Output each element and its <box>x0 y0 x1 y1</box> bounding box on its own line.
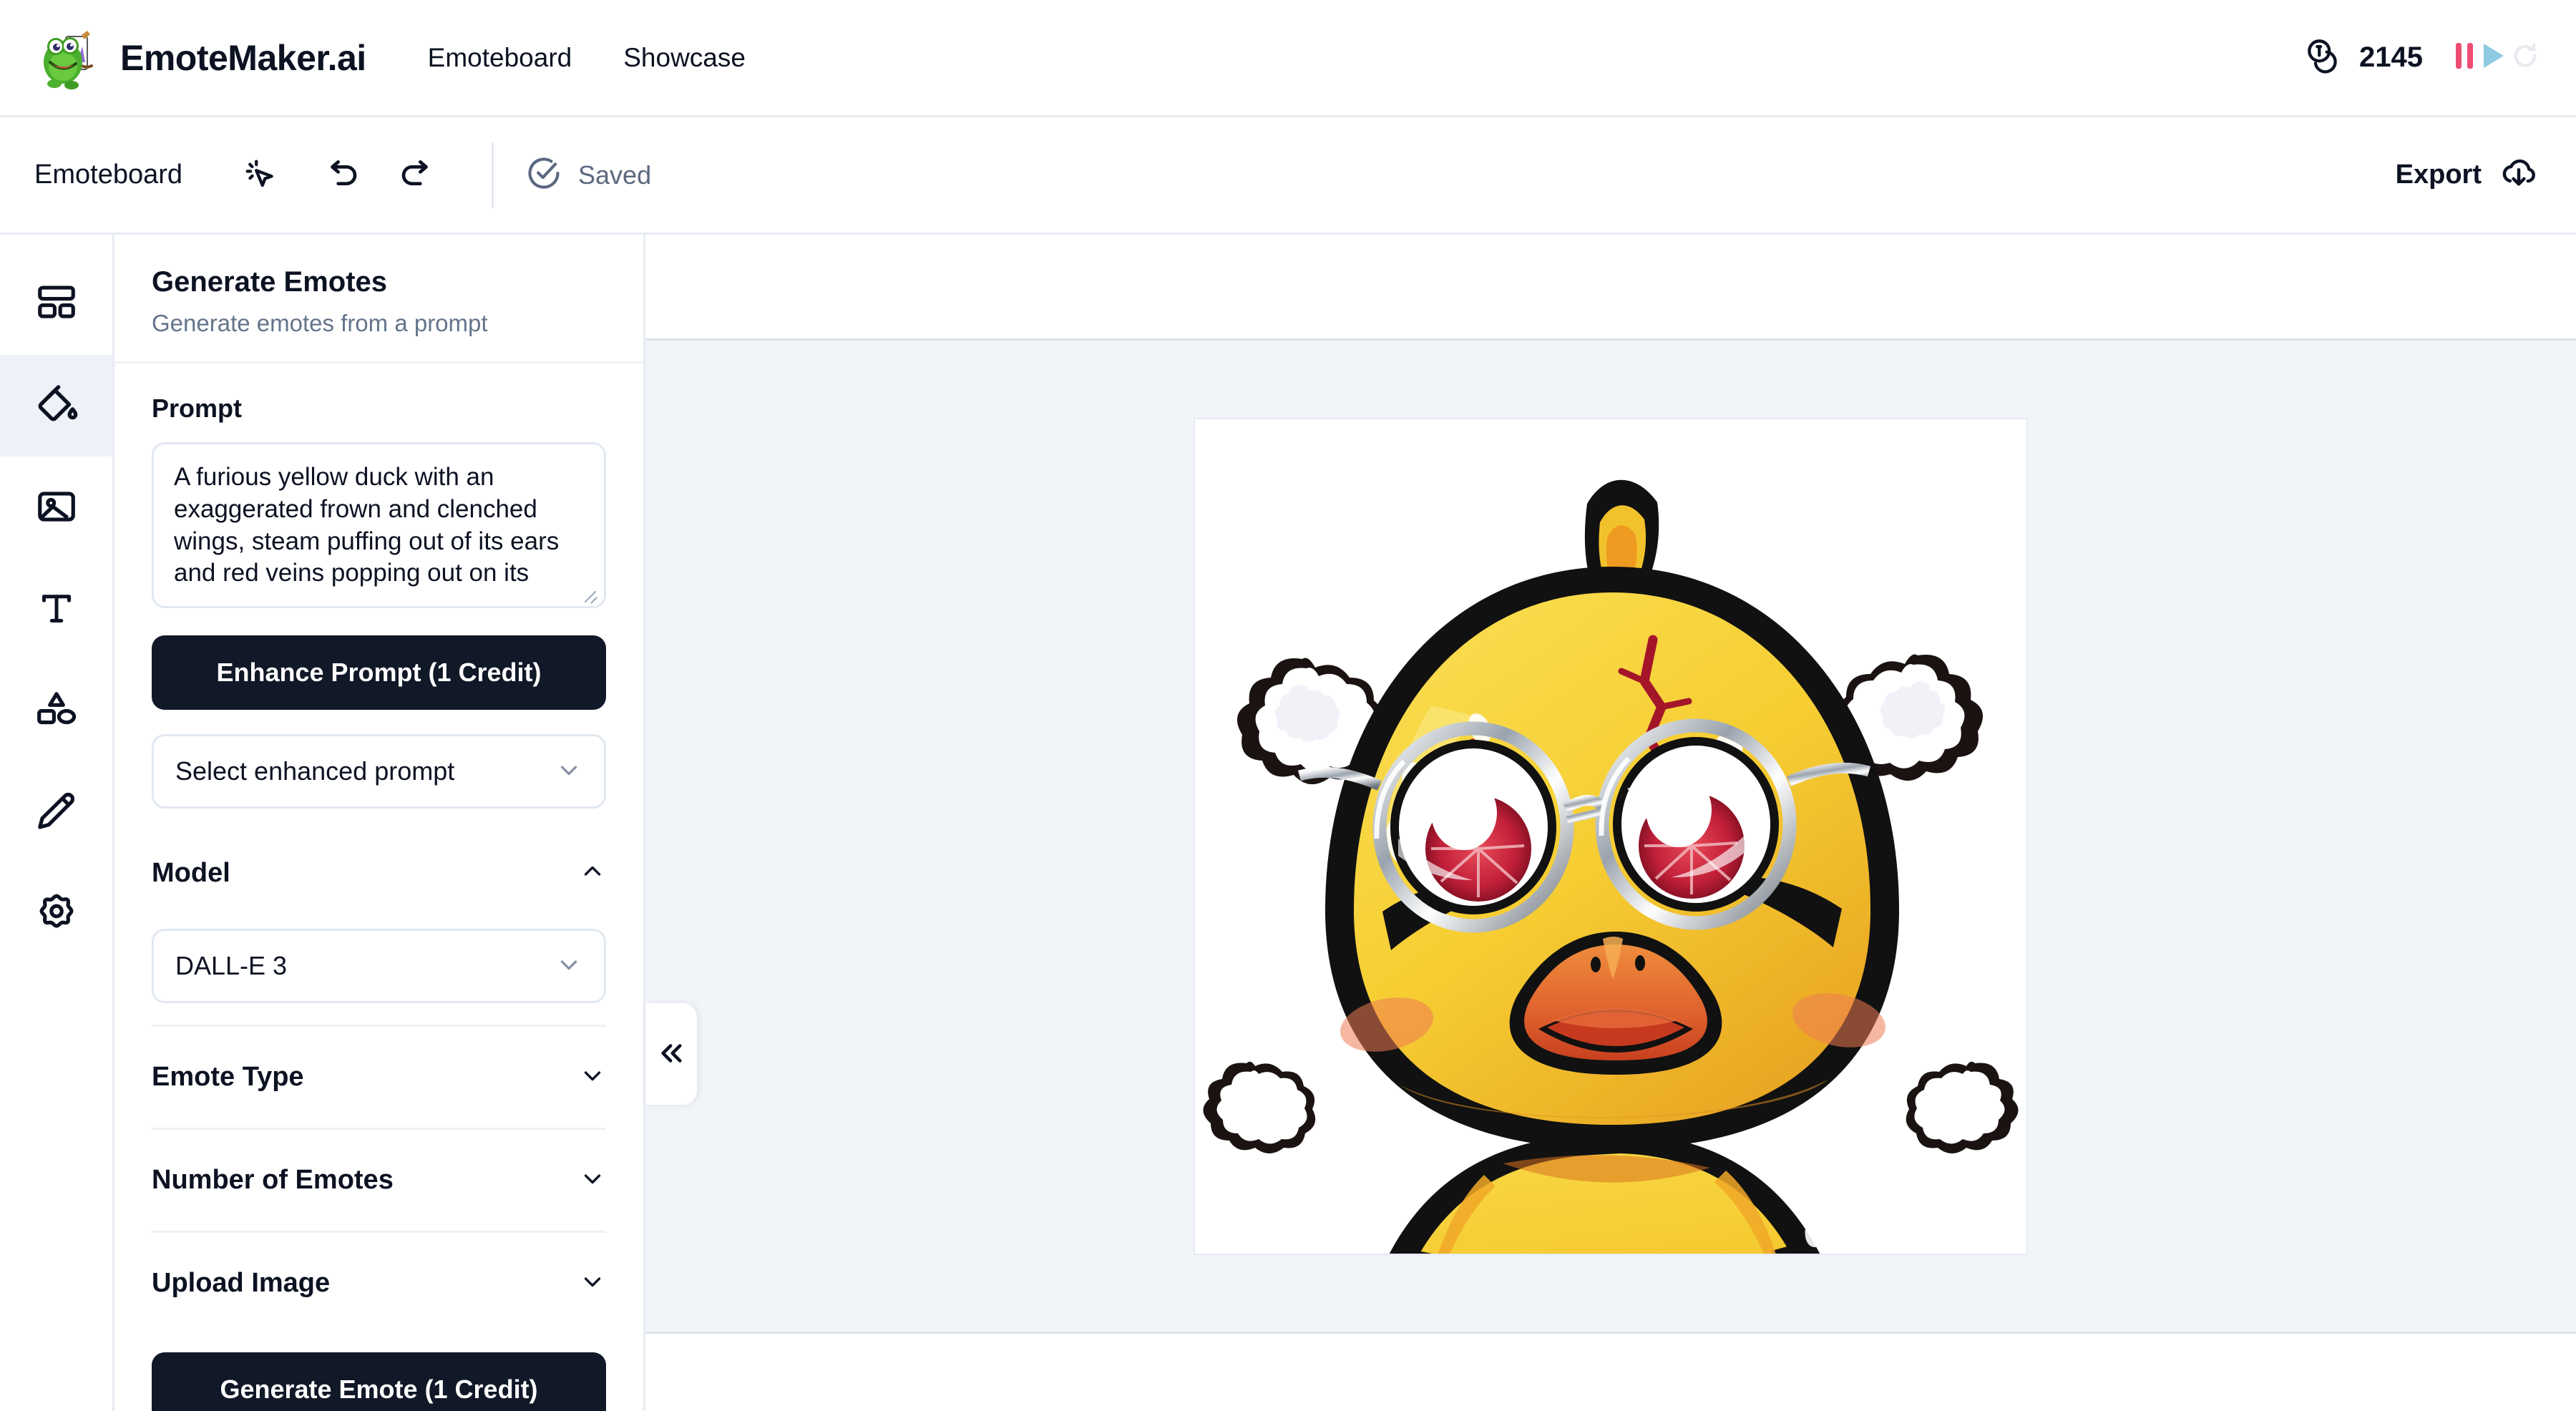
toolbar-divider <box>492 142 494 208</box>
accordion-number-of-emotes-title: Number of Emotes <box>152 1165 394 1195</box>
credits-display[interactable]: 2145 <box>2305 36 2423 79</box>
sidebar-item-draw[interactable] <box>0 761 112 863</box>
enhanced-prompt-value: Select enhanced prompt <box>175 756 455 786</box>
textarea-resize-handle[interactable] <box>578 582 600 603</box>
save-status: Saved <box>525 155 651 195</box>
accordion-model[interactable]: Model <box>152 821 606 924</box>
prompt-text: A furious yellow duck with an exaggerate… <box>174 463 560 587</box>
chevron-down-icon <box>579 1268 606 1299</box>
furious-duck-artwork[interactable] <box>1195 419 2026 1254</box>
cloud-download-icon <box>2499 152 2539 199</box>
panel-body: Prompt A furious yellow duck with an exa… <box>114 363 643 1411</box>
accordion-upload-image[interactable]: Upload Image <box>152 1231 606 1334</box>
accordion-model-title: Model <box>152 857 230 888</box>
sidebar-item-text[interactable] <box>0 558 112 660</box>
duck-head <box>1297 479 1899 1149</box>
reload-icon[interactable] <box>2512 42 2539 74</box>
generate-panel: Generate Emotes Generate emotes from a p… <box>114 235 645 1411</box>
duck-body <box>1389 1133 1850 1254</box>
chevron-down-icon <box>555 756 582 787</box>
brand-name: EmoteMaker.ai <box>120 37 366 78</box>
toolbar-title: Emoteboard <box>34 160 183 190</box>
export-label: Export <box>2395 160 2482 190</box>
editor-body: Generate Emotes Generate emotes from a p… <box>0 235 2576 1411</box>
chevron-up-icon <box>579 858 606 889</box>
chevron-down-icon <box>579 1062 606 1093</box>
brand[interactable]: EmoteMaker.ai <box>37 25 366 91</box>
toolbar-left: Emoteboard Saved <box>0 142 651 208</box>
steam-puff-lower-left <box>1203 1061 1316 1153</box>
generate-emote-button[interactable]: Generate Emote (1 Credit) <box>152 1352 606 1411</box>
enhance-prompt-button[interactable]: Enhance Prompt (1 Credit) <box>152 635 606 710</box>
redo-icon[interactable] <box>386 142 452 208</box>
collapse-panel-button[interactable] <box>645 1003 697 1105</box>
canvas-toolbar <box>645 235 2576 341</box>
steam-puff-lower-right <box>1906 1061 2019 1153</box>
tool-rail <box>0 235 114 1411</box>
canvas-area[interactable] <box>645 341 2576 1334</box>
nav-links: Emoteboard Showcase <box>428 43 746 73</box>
accordion-model-body: DALL-E 3 <box>152 929 606 1025</box>
frog-painter-logo-icon <box>37 25 103 91</box>
enhanced-prompt-select[interactable]: Select enhanced prompt <box>152 734 606 809</box>
panel-header: Generate Emotes Generate emotes from a p… <box>114 235 643 363</box>
app-root: EmoteMaker.ai Emoteboard Showcase 2145 E… <box>0 0 2576 1411</box>
editor-toolbar: Emoteboard Saved Export <box>0 117 2576 235</box>
sidebar-item-settings[interactable] <box>0 863 112 965</box>
player-controls[interactable] <box>2453 42 2539 74</box>
top-navbar: EmoteMaker.ai Emoteboard Showcase 2145 <box>0 0 2576 117</box>
shapes-icon <box>34 688 79 734</box>
image-icon <box>34 484 79 531</box>
model-select[interactable]: DALL-E 3 <box>152 929 606 1003</box>
prompt-input[interactable]: A furious yellow duck with an exaggerate… <box>152 442 606 608</box>
nav-link-emoteboard[interactable]: Emoteboard <box>428 43 572 73</box>
pencil-icon <box>34 789 79 836</box>
canvas-card[interactable] <box>1194 417 2028 1255</box>
prompt-label: Prompt <box>152 394 242 423</box>
toolbar-right: Export <box>2396 152 2576 199</box>
model-select-value: DALL-E 3 <box>175 951 288 980</box>
export-button[interactable]: Export <box>2396 152 2539 199</box>
sidebar-item-generate[interactable] <box>0 355 112 456</box>
accordion-number-of-emotes[interactable]: Number of Emotes <box>152 1128 606 1231</box>
accordion-emote-type[interactable]: Emote Type <box>152 1025 606 1128</box>
coins-icon <box>2305 36 2343 79</box>
nav-link-showcase[interactable]: Showcase <box>623 43 746 73</box>
settings-accordion: Model DALL-E 3 Emote Type Number of Emot… <box>152 821 606 1334</box>
save-status-text: Saved <box>578 160 652 190</box>
sidebar-item-shapes[interactable] <box>0 660 112 761</box>
accordion-emote-type-title: Emote Type <box>152 1062 304 1092</box>
layout-template-icon <box>34 281 79 328</box>
page-title: Generate Emotes <box>152 266 388 298</box>
text-icon <box>35 587 78 632</box>
tool-group <box>228 142 452 208</box>
chevron-down-icon <box>579 1165 606 1196</box>
navbar-right: 2145 <box>2305 36 2539 79</box>
undo-icon[interactable] <box>307 142 373 208</box>
gear-icon <box>34 891 79 937</box>
canvas-footer <box>645 1334 2576 1411</box>
pause-icon[interactable] <box>2453 42 2476 74</box>
panel-subtitle: Generate emotes from a prompt <box>152 310 488 336</box>
check-circle-icon <box>525 155 562 195</box>
sidebar-item-image[interactable] <box>0 456 112 558</box>
accordion-upload-image-title: Upload Image <box>152 1268 331 1298</box>
chevron-down-icon <box>555 951 582 982</box>
cursor-click-icon[interactable] <box>228 142 294 208</box>
panel-footer: Generate Emote (1 Credit) <box>152 1352 606 1411</box>
chevrons-left-icon <box>656 1038 686 1070</box>
play-icon[interactable] <box>2480 42 2507 74</box>
canvas-column <box>645 235 2576 1411</box>
paint-bucket-icon <box>34 382 79 430</box>
sidebar-item-templates[interactable] <box>0 253 112 355</box>
credits-value: 2145 <box>2359 42 2423 73</box>
